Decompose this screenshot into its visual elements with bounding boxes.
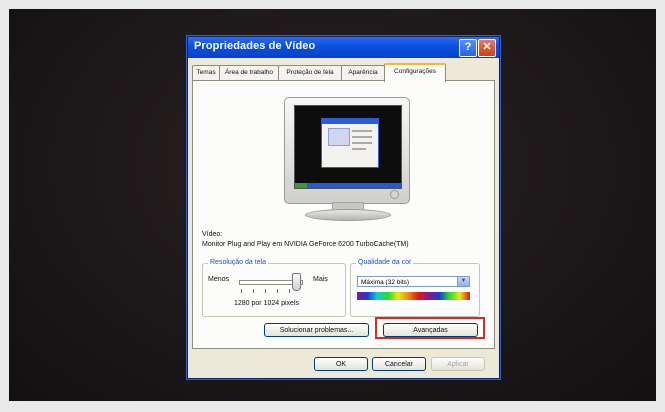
tab-screensaver[interactable]: Proteção de tela [278, 65, 342, 80]
cancel-button[interactable]: Cancelar [372, 357, 426, 371]
title-bar[interactable]: Propriedades de Vídeo ? ✕ [188, 37, 499, 58]
ok-button[interactable]: OK [314, 357, 368, 371]
color-quality-value: Máxima (32 bits) [361, 279, 410, 286]
resolution-label: Resolução da tela [208, 259, 269, 266]
tab-desktop[interactable]: Área de trabalho [219, 65, 279, 80]
power-button-icon [390, 190, 399, 199]
help-button[interactable]: ? [459, 39, 477, 57]
settings-panel: Vídeo: Monitor Plug and Play em NVIDIA G… [192, 80, 495, 349]
monitor-screen [294, 105, 402, 189]
video-label: Vídeo: [202, 231, 223, 238]
color-spectrum-bar [357, 292, 470, 300]
troubleshoot-button[interactable]: Solucionar problemas... [264, 323, 369, 337]
tab-themes[interactable]: Temas [192, 65, 220, 80]
preview-window [321, 118, 379, 168]
preview-taskbar [295, 183, 401, 188]
tab-appearance[interactable]: Aparência [341, 65, 385, 80]
monitor-base [305, 209, 391, 221]
monitor-preview [284, 97, 410, 204]
apply-button[interactable]: Aplicar [431, 357, 485, 371]
color-quality-select[interactable]: Máxima (32 bits) ▼ [357, 276, 470, 287]
tab-settings[interactable]: Configurações [384, 63, 446, 82]
display-properties-dialog: Propriedades de Vídeo ? ✕ Temas Área de … [187, 36, 500, 379]
resolution-group: Resolução da tela Menos Mais 1280 por 10… [202, 259, 346, 317]
resolution-value: 1280 por 1024 pixels [234, 300, 299, 307]
more-label: Mais [313, 276, 328, 283]
tab-strip: Temas Área de trabalho Proteção de tela … [192, 63, 495, 82]
color-quality-group: Qualidade da cor Máxima (32 bits) ▼ [350, 259, 480, 317]
advanced-highlight-box [375, 317, 485, 339]
video-adapter-text: Monitor Plug and Play em NVIDIA GeForce … [202, 241, 409, 248]
window-title: Propriedades de Vídeo [194, 40, 316, 52]
close-button[interactable]: ✕ [478, 39, 496, 57]
less-label: Menos [208, 276, 230, 283]
color-quality-label: Qualidade da cor [356, 259, 414, 266]
slider-ticks [241, 289, 301, 293]
chevron-down-icon[interactable]: ▼ [457, 277, 469, 286]
